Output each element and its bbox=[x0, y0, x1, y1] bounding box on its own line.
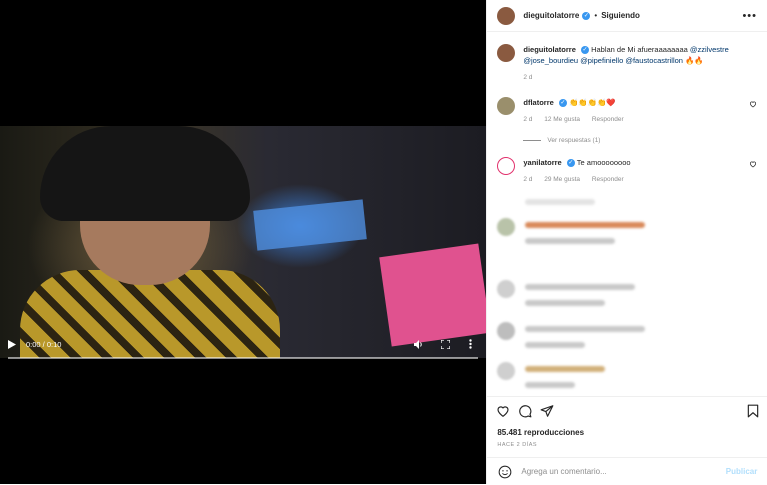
comment-bubble-icon[interactable] bbox=[517, 403, 533, 419]
reply-button[interactable]: Responder bbox=[592, 116, 624, 123]
comment-text: Te amoooooooo bbox=[576, 158, 631, 167]
comment-text: 👏👏👏👏❤️ bbox=[568, 98, 616, 107]
comment-meta: 2 d 12 Me gusta Responder bbox=[523, 114, 749, 125]
mention-link[interactable]: @faustocastrillon bbox=[625, 56, 683, 65]
comment-time[interactable]: 2 d bbox=[523, 176, 532, 183]
blurred-comment bbox=[497, 218, 757, 258]
video-figure-hat bbox=[40, 126, 250, 221]
caption-body: dieguitolatorre ✓ Hablan de Mi afueraaaa… bbox=[523, 44, 757, 83]
post-sidebar: dieguitolatorre ✓ • Siguiendo ••• diegui… bbox=[486, 0, 767, 484]
caption-text: Hablan de Mi afueraaaaaaaa bbox=[591, 45, 688, 54]
blurred-text bbox=[525, 342, 586, 348]
blurred-text bbox=[525, 326, 646, 332]
video-progress-bar[interactable] bbox=[8, 357, 478, 359]
emoji-icon[interactable] bbox=[497, 464, 513, 480]
replies-line bbox=[523, 139, 542, 141]
blurred-comment bbox=[497, 362, 757, 394]
comment-username[interactable]: yanilatorre bbox=[523, 158, 561, 167]
blurred-comment bbox=[497, 322, 757, 362]
blurred-text bbox=[525, 300, 606, 306]
publish-button[interactable]: Publicar bbox=[726, 467, 758, 476]
blurred-text bbox=[525, 366, 606, 372]
follow-status-button[interactable]: Siguiendo bbox=[601, 11, 640, 20]
more-vertical-icon[interactable] bbox=[469, 339, 472, 349]
instagram-post-modal: 0:00 / 0:10 dieguitolatorre ✓ • Siguiend… bbox=[0, 0, 767, 484]
verified-badge-icon: ✓ bbox=[580, 46, 589, 55]
caption-emoji: 🔥🔥 bbox=[685, 56, 704, 65]
caption-username[interactable]: dieguitolatorre bbox=[523, 45, 576, 54]
video-controls: 0:00 / 0:10 bbox=[0, 330, 486, 358]
blurred-text bbox=[525, 284, 636, 290]
blurred-text bbox=[525, 199, 596, 205]
caption-meta: 2 d bbox=[523, 72, 757, 83]
blurred-text bbox=[525, 382, 576, 388]
comment-likes[interactable]: 29 Me gusta bbox=[544, 176, 580, 183]
like-comment-heart-icon[interactable] bbox=[749, 100, 757, 146]
comment-meta: 2 d 29 Me gusta Responder bbox=[523, 174, 749, 185]
blurred-text bbox=[525, 238, 616, 244]
caption: dieguitolatorre ✓ Hablan de Mi afueraaaa… bbox=[487, 44, 767, 83]
mention-link[interactable]: @jose_bourdieu bbox=[523, 56, 578, 65]
caption-time[interactable]: 2 d bbox=[523, 74, 532, 81]
blurred-avatar bbox=[497, 362, 516, 380]
reply-button[interactable]: Responder bbox=[592, 176, 624, 183]
author-username[interactable]: dieguitolatorre bbox=[523, 11, 579, 20]
blurred-avatar bbox=[497, 322, 516, 340]
comment-body: yanilatorre ✓ Te amoooooooo 2 d 29 Me gu… bbox=[523, 157, 749, 185]
comment-item: dflatorre ✓ 👏👏👏👏❤️ 2 d 12 Me gusta Respo… bbox=[487, 97, 767, 146]
play-icon[interactable] bbox=[8, 339, 16, 349]
comment-likes[interactable]: 12 Me gusta bbox=[544, 116, 580, 123]
like-comment-heart-icon[interactable] bbox=[749, 160, 757, 185]
fullscreen-icon[interactable] bbox=[441, 339, 450, 349]
verified-badge-icon: ✓ bbox=[566, 159, 575, 168]
comment-item: yanilatorre ✓ Te amoooooooo 2 d 29 Me gu… bbox=[487, 157, 767, 185]
view-replies-label[interactable]: Ver respuestas (1) bbox=[547, 137, 600, 144]
video-player[interactable]: 0:00 / 0:10 bbox=[0, 0, 487, 484]
post-time-ago[interactable]: HACE 2 DÍAS bbox=[497, 442, 537, 448]
blurred-text bbox=[525, 222, 646, 228]
blurred-avatar bbox=[497, 218, 516, 236]
save-bookmark-icon[interactable] bbox=[745, 403, 761, 419]
post-actions bbox=[487, 396, 767, 425]
comment-body: dflatorre ✓ 👏👏👏👏❤️ 2 d 12 Me gusta Respo… bbox=[523, 97, 749, 146]
video-time: 0:00 / 0:10 bbox=[26, 339, 62, 349]
verified-badge-icon: ✓ bbox=[558, 99, 567, 108]
comments-list[interactable]: dieguitolatorre ✓ Hablan de Mi afueraaaa… bbox=[487, 32, 767, 394]
mention-link[interactable]: @pipefiniello bbox=[580, 56, 623, 65]
comment-input[interactable] bbox=[519, 466, 714, 477]
caption-avatar[interactable] bbox=[497, 44, 516, 62]
author-avatar[interactable] bbox=[497, 6, 516, 25]
mention-link[interactable]: @zzilvestre bbox=[690, 45, 729, 54]
like-heart-icon[interactable] bbox=[495, 403, 511, 419]
blurred-comment bbox=[497, 280, 757, 320]
volume-icon[interactable] bbox=[414, 339, 424, 349]
comment-avatar[interactable] bbox=[497, 97, 516, 115]
post-header: dieguitolatorre ✓ • Siguiendo ••• bbox=[487, 0, 767, 32]
view-replies[interactable]: Ver respuestas (1) bbox=[523, 135, 749, 146]
blurred-avatar bbox=[497, 280, 516, 298]
comment-time[interactable]: 2 d bbox=[523, 116, 532, 123]
comment-username[interactable]: dflatorre bbox=[523, 98, 553, 107]
more-options-icon[interactable]: ••• bbox=[742, 10, 757, 22]
share-send-icon[interactable] bbox=[539, 403, 555, 419]
comment-avatar[interactable] bbox=[497, 157, 516, 175]
view-count[interactable]: 85.481 reproducciones bbox=[497, 428, 584, 437]
verified-badge-icon: ✓ bbox=[582, 11, 591, 20]
separator-dot: • bbox=[594, 11, 598, 20]
add-comment-bar: Publicar bbox=[487, 457, 767, 485]
